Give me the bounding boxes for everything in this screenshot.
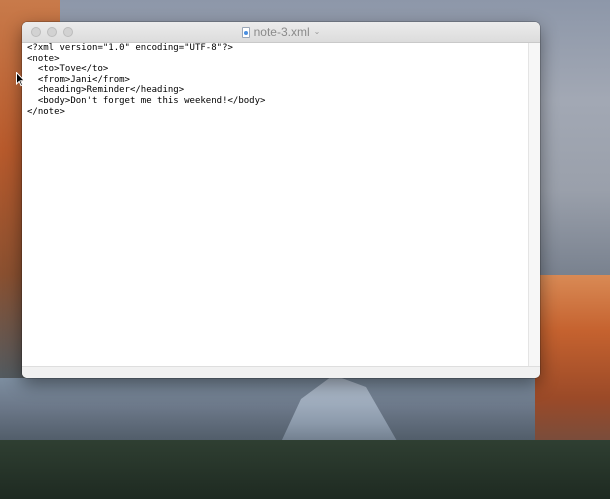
code-line: <note> (27, 53, 60, 64)
text-editor-area[interactable]: <?xml version="1.0" encoding="UTF-8"?> <… (22, 43, 528, 366)
title-bar[interactable]: note-3.xml ⌄ (22, 22, 540, 43)
document-icon (241, 26, 250, 38)
code-line: <to>Tove</to> (27, 64, 109, 75)
code-line: </note> (27, 106, 65, 117)
window-title-text: note-3.xml (253, 25, 310, 39)
code-line: <heading>Reminder</heading> (27, 85, 185, 96)
horizontal-scrollbar[interactable] (22, 366, 540, 378)
chevron-down-icon[interactable]: ⌄ (314, 22, 321, 42)
wallpaper-forest (0, 440, 610, 499)
code-line: <?xml version="1.0" encoding="UTF-8"?> (27, 43, 233, 53)
vertical-scrollbar[interactable] (528, 43, 540, 366)
code-line: <from>Jani</from> (27, 74, 130, 85)
code-line: <body>Don't forget me this weekend!</bod… (27, 95, 266, 106)
window-title[interactable]: note-3.xml ⌄ (22, 22, 540, 42)
text-editor-window: note-3.xml ⌄ <?xml version="1.0" encodin… (22, 22, 540, 378)
document-text[interactable]: <?xml version="1.0" encoding="UTF-8"?> <… (27, 43, 265, 117)
mouse-pointer-icon (16, 72, 25, 87)
